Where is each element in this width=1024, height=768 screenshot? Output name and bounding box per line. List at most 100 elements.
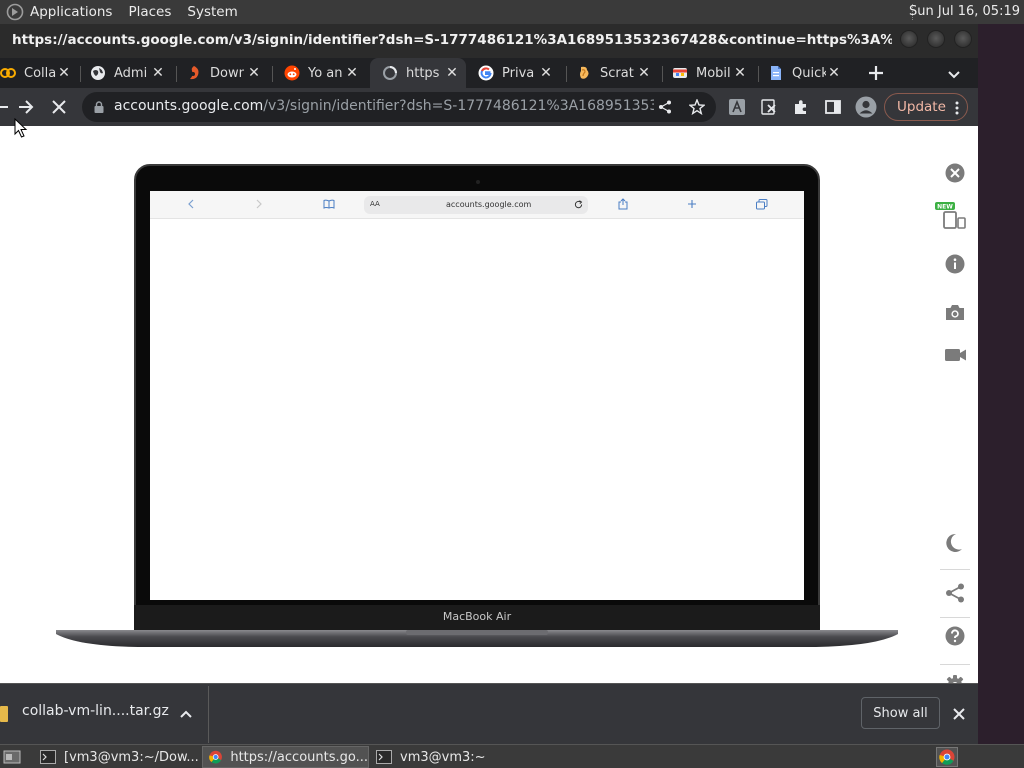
bookmark-star-icon[interactable] [688, 98, 706, 116]
close-tab-icon[interactable]: ✕ [538, 65, 554, 81]
tab-scratch[interactable]: Scrat ✕ [576, 58, 658, 88]
close-tab-icon[interactable]: ✕ [150, 65, 166, 81]
safari-toolbar: AA accounts.google.com [150, 191, 804, 219]
close-tab-icon[interactable]: ✕ [444, 65, 460, 81]
show-desktop-icon[interactable] [2, 748, 22, 766]
close-window-button[interactable] [954, 30, 972, 48]
page-content: AA accounts.google.com MacBook Air NEW [0, 126, 978, 683]
safari-new-tab-icon [685, 197, 699, 211]
tab-admin[interactable]: Admi ✕ [90, 58, 172, 88]
download-divider [208, 686, 209, 743]
gnome-logo-icon [6, 3, 24, 21]
profile-avatar-icon[interactable] [855, 96, 877, 118]
extension-a-icon[interactable] [728, 98, 746, 116]
side-panel-icon[interactable] [824, 98, 842, 116]
safari-forward-icon [252, 197, 266, 211]
extensions-puzzle-icon[interactable] [792, 98, 810, 116]
close-tab-icon[interactable]: ✕ [636, 65, 652, 81]
close-panel-icon[interactable] [944, 162, 966, 184]
tab-title: Quick [792, 65, 826, 81]
globe-icon [90, 65, 106, 81]
taskbar-item-terminal-downloads[interactable]: [vm3@vm3:~/Dow... [34, 746, 200, 768]
tab-quick[interactable]: Quick ✕ [768, 58, 848, 88]
url-text: accounts.google.com/v3/signin/identifier… [114, 98, 654, 114]
top-panel: Applications Places System Sun Jul 16, 0… [0, 0, 1024, 24]
more-menu-icon[interactable] [953, 100, 961, 116]
safari-bookmarks-icon [322, 197, 336, 211]
close-tab-icon[interactable]: ✕ [732, 65, 748, 81]
safari-address-field: AA accounts.google.com [364, 196, 588, 214]
title-bar[interactable]: https://accounts.google.com/v3/signin/id… [0, 24, 978, 58]
side-divider [940, 664, 970, 665]
close-tab-icon[interactable]: ✕ [344, 65, 360, 81]
video-record-icon[interactable] [944, 346, 968, 364]
tab-mobile[interactable]: Mobil ✕ [672, 58, 754, 88]
close-tab-icon[interactable]: ✕ [246, 65, 262, 81]
places-menu[interactable]: Places [120, 0, 179, 24]
clock[interactable]: Sun Jul 16, 05:19 [909, 0, 1020, 24]
close-download-bar-icon[interactable] [950, 705, 968, 723]
tab-download[interactable]: Down ✕ [186, 58, 268, 88]
maximize-button[interactable] [927, 30, 945, 48]
close-tab-icon[interactable]: ✕ [56, 65, 72, 81]
chrome-icon [209, 750, 222, 764]
extension-x-icon[interactable] [760, 98, 778, 116]
tab-title: Colla [24, 65, 57, 81]
download-bar: collab-vm-lin....tar.gz Show all [0, 683, 978, 744]
safari-tabs-icon [755, 197, 769, 211]
tab-privacy[interactable]: Priva ✕ [478, 58, 560, 88]
back-button[interactable] [0, 97, 8, 117]
device-label: MacBook Air [442, 610, 512, 623]
taskbar-item-chrome[interactable]: https://accounts.go... [202, 746, 369, 768]
side-divider [940, 617, 970, 618]
address-bar[interactable]: accounts.google.com/v3/signin/identifier… [82, 92, 716, 122]
info-icon[interactable] [945, 254, 965, 274]
download-site-icon [186, 65, 202, 81]
tab-strip: Colla ✕ Admi ✕ Down ✕ Yo an ✕ https ✕ Pr… [0, 58, 978, 88]
tab-divider [566, 66, 567, 82]
applications-menu-label: Applications [30, 4, 113, 20]
share-network-icon[interactable] [944, 582, 966, 604]
reddit-icon [284, 65, 300, 81]
safari-share-icon [616, 197, 630, 211]
taskbar-item-label: https://accounts.go... [230, 749, 368, 765]
tab-divider [662, 66, 663, 82]
mouse-cursor-icon [14, 118, 28, 138]
window-title: https://accounts.google.com/v3/signin/id… [12, 32, 892, 48]
share-icon[interactable] [656, 98, 674, 116]
stop-loading-button[interactable] [49, 97, 69, 117]
tab-title: https: [406, 65, 440, 81]
loading-spinner-icon [382, 65, 398, 81]
mobile-site-icon [672, 65, 688, 81]
archive-file-icon [0, 705, 8, 723]
camera-dot [476, 180, 480, 184]
responsive-new-icon[interactable]: NEW [934, 200, 968, 232]
tray-chrome-icon[interactable] [936, 747, 958, 767]
new-badge: NEW [937, 204, 953, 211]
tab-reddit[interactable]: Yo an ✕ [284, 58, 366, 88]
lock-icon[interactable] [92, 99, 106, 115]
show-all-button[interactable]: Show all [861, 697, 940, 729]
applications-menu[interactable]: Applications [0, 0, 120, 24]
dark-mode-moon-icon[interactable] [944, 532, 964, 554]
download-file-name[interactable]: collab-vm-lin....tar.gz [22, 703, 169, 719]
close-tab-icon[interactable]: ✕ [826, 65, 842, 81]
tab-colab[interactable]: Colla ✕ [0, 58, 78, 88]
update-button[interactable]: Update [884, 93, 968, 121]
new-tab-button[interactable] [864, 62, 888, 84]
tab-active-accounts[interactable]: https: ✕ [370, 58, 466, 88]
screenshot-camera-icon[interactable] [944, 302, 966, 322]
download-options-chevron-icon[interactable] [177, 705, 195, 723]
taskbar-item-terminal[interactable]: vm3@vm3:~ [370, 746, 520, 768]
system-menu[interactable]: System [179, 0, 245, 24]
safari-aa-label: AA [370, 200, 380, 208]
settings-gear-icon[interactable] [945, 675, 965, 683]
docs-icon [768, 65, 784, 81]
macbook-mockup: AA accounts.google.com MacBook Air [56, 164, 898, 649]
help-icon[interactable] [945, 626, 965, 646]
tab-search-chevron-icon[interactable] [944, 64, 964, 84]
update-button-label: Update [897, 99, 946, 115]
minimize-button[interactable] [900, 30, 918, 48]
forward-button[interactable] [16, 97, 36, 117]
tab-divider [758, 66, 759, 82]
